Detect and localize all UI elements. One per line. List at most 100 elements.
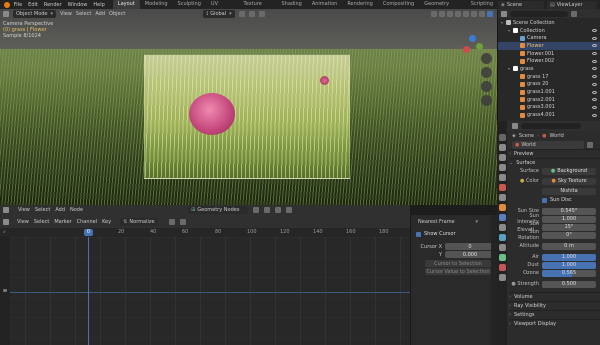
visibility-eye-icon[interactable]: [592, 36, 597, 40]
outliner-search-field[interactable]: [510, 10, 568, 17]
transform-orientation-selector[interactable]: ⟟ Global: [203, 10, 235, 18]
tab-sculpting[interactable]: Sculpting: [173, 0, 206, 9]
gizmo-x-axis-icon[interactable]: [463, 46, 470, 53]
visibility-eye-icon[interactable]: [592, 29, 597, 33]
viewport-menu-add[interactable]: Add: [95, 11, 105, 17]
sky-param-field[interactable]: 1.000: [542, 215, 596, 223]
fake-user-icon[interactable]: [253, 207, 260, 213]
dust-field[interactable]: 1.000: [542, 261, 596, 269]
color-input-field[interactable]: ● Sky Texture: [542, 177, 596, 185]
blender-logo-icon[interactable]: [4, 1, 10, 8]
outliner-item[interactable]: ▾ Scene Collection: [498, 19, 600, 27]
tab-animation[interactable]: Animation: [307, 0, 343, 9]
collection-tab-icon[interactable]: [498, 194, 506, 201]
snap-icon[interactable]: [238, 11, 245, 17]
graph-menu-view[interactable]: View: [17, 219, 29, 225]
tab-rendering[interactable]: Rendering: [342, 0, 378, 9]
material-tab-icon[interactable]: [498, 264, 506, 271]
tab-geometry-nodes[interactable]: Geometry Nodes: [419, 0, 466, 16]
sky-type-dropdown[interactable]: Nishita: [542, 187, 596, 195]
sky-param-field[interactable]: 0°: [542, 231, 596, 239]
world-close-icon[interactable]: [587, 141, 593, 148]
world-datablock-field[interactable]: ● World: [512, 140, 584, 149]
preview-section[interactable]: › Preview: [509, 149, 600, 158]
outliner-item[interactable]: grass2.001: [498, 96, 600, 104]
filter-icon[interactable]: [168, 218, 175, 225]
outliner-item[interactable]: Camera: [498, 34, 600, 42]
normalize-toggle[interactable]: ⇅ Normalize: [120, 217, 158, 226]
graph-menu-channel[interactable]: Channel: [77, 219, 98, 225]
nearest-frame-dropdown[interactable]: Nearest Frame: [415, 218, 481, 226]
tab-texture-paint[interactable]: Texture Paint: [239, 0, 277, 16]
gutter-eye-icon[interactable]: [3, 289, 7, 292]
ortho-grid-icon[interactable]: [481, 95, 492, 106]
visibility-eye-icon[interactable]: [592, 90, 597, 94]
graph-menu-key[interactable]: Key: [102, 219, 111, 225]
surface-shader-field[interactable]: ● Background: [542, 167, 596, 175]
search-icon[interactable]: ⌕: [3, 229, 6, 235]
air-field[interactable]: 1.000: [542, 253, 596, 261]
outliner-item[interactable]: grass4.001: [498, 111, 600, 119]
3d-viewport[interactable]: Camera Perspective (0) grass | Flower Sa…: [0, 9, 497, 205]
menu-render[interactable]: Render: [44, 2, 62, 8]
node-menu-select[interactable]: Select: [35, 207, 50, 213]
shading-material-icon[interactable]: [479, 11, 485, 17]
zoom-icon[interactable]: [481, 53, 492, 64]
menu-file[interactable]: File: [14, 2, 22, 8]
editor-type-icon[interactable]: [3, 11, 9, 17]
shading-wireframe-icon[interactable]: [463, 11, 469, 17]
node-menu-view[interactable]: View: [18, 207, 30, 213]
visibility-eye-icon[interactable]: [592, 75, 597, 79]
duplicate-icon[interactable]: [264, 207, 271, 213]
scene-selector[interactable]: ◈ Scene: [498, 0, 544, 9]
volume-section[interactable]: › Volume: [509, 292, 600, 301]
cursor-x-field[interactable]: 0: [445, 243, 495, 250]
mode-selector[interactable]: Object Mode: [13, 10, 57, 18]
texture-tab-icon[interactable]: [498, 274, 506, 281]
sky-param-field[interactable]: 15°: [542, 223, 596, 231]
visibility-eye-icon[interactable]: [592, 67, 597, 71]
tool-tab-icon[interactable]: [498, 134, 506, 141]
outliner-item[interactable]: grass1.001: [498, 88, 600, 96]
tab-uv-editing[interactable]: UV Editing: [206, 0, 239, 16]
constraints-tab-icon[interactable]: [498, 244, 506, 251]
close-icon[interactable]: [275, 207, 282, 213]
tab-scripting[interactable]: Scripting: [466, 0, 498, 9]
graph-menu-marker[interactable]: Marker: [54, 219, 71, 225]
gizmo-z-axis-icon[interactable]: [469, 35, 476, 42]
tab-layout[interactable]: Layout: [112, 0, 140, 9]
modifier-tab-icon[interactable]: [498, 214, 506, 221]
particles-tab-icon[interactable]: [498, 224, 506, 231]
node-editor-type-icon[interactable]: [3, 207, 9, 213]
cursor-value-to-selection-button[interactable]: Cursor Value to Selection: [425, 268, 491, 275]
viewport-menu-view[interactable]: View: [60, 11, 72, 17]
view-layer-tab-icon[interactable]: [498, 164, 506, 171]
breadcrumb-scene[interactable]: Scene: [519, 133, 534, 139]
outliner-type-icon[interactable]: [501, 10, 507, 17]
xray-icon[interactable]: [455, 11, 461, 17]
show-cursor-checkbox[interactable]: [416, 231, 421, 237]
surface-section[interactable]: ⌄ Surface: [509, 158, 600, 167]
outliner-item[interactable]: Flower.001: [498, 50, 600, 58]
outliner-item[interactable]: grass 20: [498, 81, 600, 89]
current-frame-badge[interactable]: 0: [84, 229, 93, 236]
visibility-eye-icon[interactable]: [592, 113, 597, 117]
camera-view-icon[interactable]: [481, 81, 492, 92]
tab-shading[interactable]: Shading: [277, 0, 307, 9]
outliner-item[interactable]: ▾ Collection: [498, 27, 600, 35]
graph-menu-select[interactable]: Select: [34, 219, 49, 225]
sky-param-field[interactable]: 0.545°: [542, 207, 596, 215]
menu-help[interactable]: Help: [93, 2, 104, 8]
physics-tab-icon[interactable]: [498, 234, 506, 241]
sun-disc-checkbox[interactable]: [542, 197, 547, 203]
breadcrumb-world[interactable]: World: [549, 133, 563, 139]
object-tab-icon[interactable]: [498, 204, 506, 211]
cursor-y-field[interactable]: 0.000: [445, 251, 495, 258]
frame-ruler[interactable]: ⌕ 0 20 40 60 80 100 120 140 160 180: [0, 228, 410, 237]
viewlayer-selector[interactable]: ▤ ViewLayer: [547, 0, 597, 9]
node-menu-node[interactable]: Node: [70, 207, 83, 213]
strength-field[interactable]: 0.500: [542, 280, 596, 288]
ozone-field[interactable]: 0.565: [542, 269, 596, 277]
cursor-to-selection-button[interactable]: Cursor to Selection: [425, 260, 491, 267]
visibility-eye-icon[interactable]: [592, 98, 597, 102]
